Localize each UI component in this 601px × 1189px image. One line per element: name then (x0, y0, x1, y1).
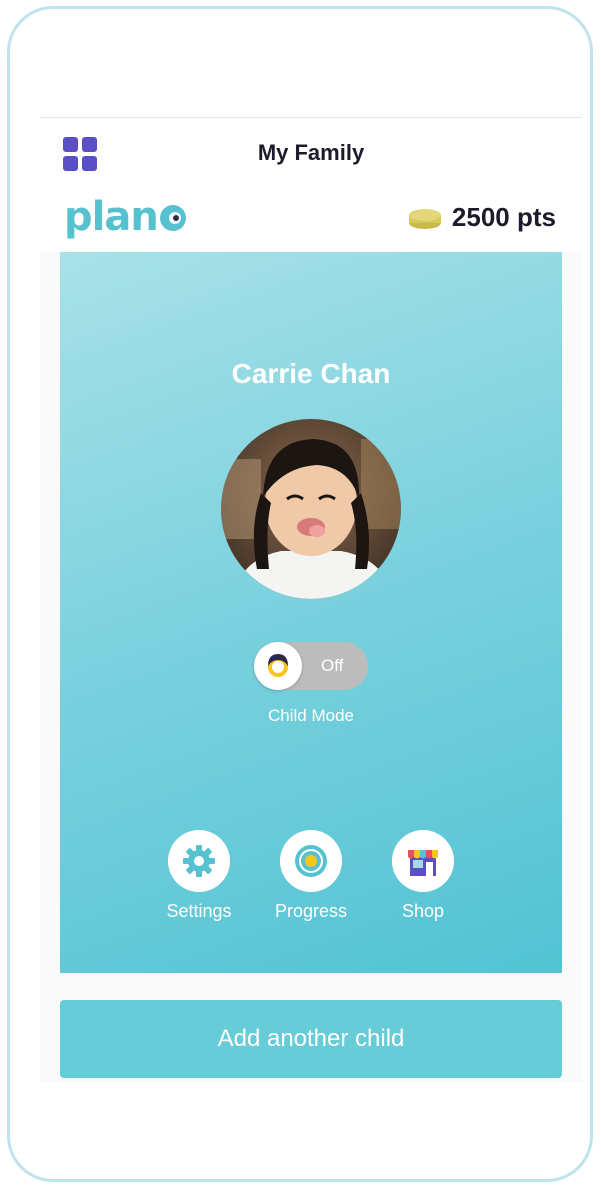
coin-stack-icon (408, 208, 441, 229)
add-child-button[interactable]: Add another child (60, 1000, 562, 1078)
child-face-icon (268, 654, 288, 677)
settings-circle (168, 830, 230, 892)
shop-icon (408, 850, 438, 876)
progress-label: Progress (274, 901, 348, 921)
settings-label: Settings (166, 901, 232, 921)
child-mode-label: Child Mode (268, 706, 354, 725)
logo-text: plan (64, 194, 159, 240)
shop-label: Shop (401, 901, 445, 921)
child-avatar[interactable] (221, 419, 401, 599)
progress-button[interactable]: Progress (256, 830, 366, 922)
logo-eye-icon (159, 205, 186, 231)
toggle-knob (254, 642, 302, 690)
shop-circle (392, 830, 454, 892)
child-photo (221, 419, 401, 599)
toggle-state-label: Off (321, 656, 344, 675)
points-value: 2500 pts (451, 202, 556, 232)
shop-button[interactable]: Shop (368, 830, 478, 922)
target-icon (295, 845, 327, 877)
child-card: Carrie Chan Off Child Mode Settings Prog… (60, 252, 562, 973)
page-title: My Family (257, 140, 365, 165)
child-mode-toggle[interactable]: Off (254, 642, 368, 690)
points-display: 2500 pts (408, 202, 556, 233)
progress-circle (280, 830, 342, 892)
plano-logo: plan (64, 192, 186, 242)
top-bar: My Family (40, 118, 582, 190)
gear-icon (183, 845, 215, 877)
phone-frame: My Family plan 2500 pts Carrie Chan Off … (7, 6, 593, 1182)
brand-bar: plan 2500 pts (40, 190, 582, 252)
child-name: Carrie Chan (231, 358, 391, 389)
settings-button[interactable]: Settings (144, 830, 254, 922)
app-screen: My Family plan 2500 pts Carrie Chan Off … (40, 117, 582, 1082)
